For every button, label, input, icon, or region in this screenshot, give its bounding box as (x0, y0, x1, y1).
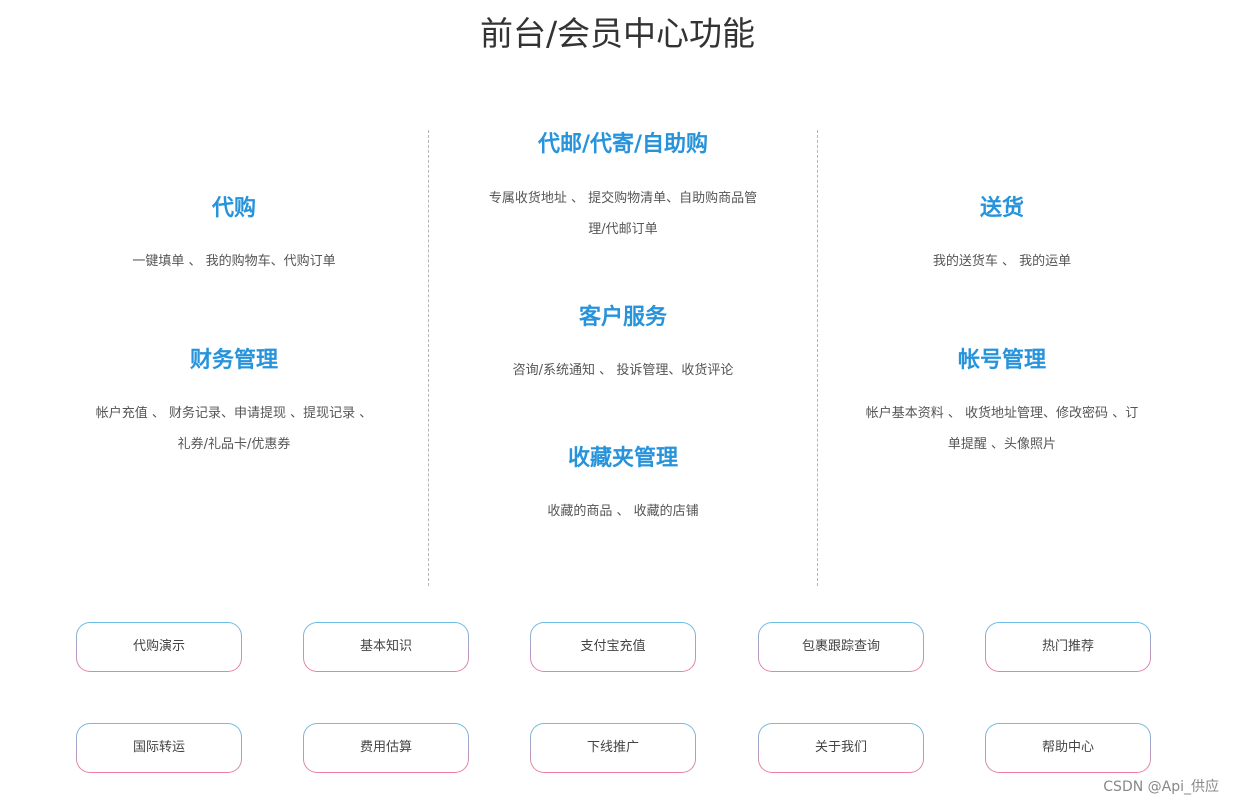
watermark: CSDN @Api_供应 (1103, 779, 1219, 795)
button-bangzhu-zhongxin[interactable]: 帮助中心 (985, 723, 1151, 773)
button-baoguo-genzong[interactable]: 包裹跟踪查询 (758, 622, 924, 672)
section-desc-songhuo: 我的送货车 、 我的运单 (932, 254, 1072, 269)
page-title: 前台/会员中心功能 (479, 14, 756, 53)
middle-column: 代邮/代寄/自助购 专属收货地址 、 提交购物清单、自助购商品管 理/代邮订单 … (428, 130, 818, 586)
button-remen-tuijian[interactable]: 热门推荐 (985, 622, 1151, 672)
section-title-shoucang: 收藏夹管理 (567, 446, 678, 471)
section-caiwu: 财务管理 帐户充值 、 财务记录、申请提现 、提现记录 、 礼券/礼品卡/优惠券 (40, 346, 428, 460)
section-desc-daiyou-line2: 理/代邮订单 (588, 222, 658, 237)
section-desc-daiyou-line1: 专属收货地址 、 提交购物清单、自助购商品管 (488, 191, 758, 206)
section-title-zhanghao: 帐号管理 (957, 348, 1046, 373)
section-kefu: 客户服务 咨询/系统通知 、 投诉管理、收货评论 (429, 303, 817, 386)
button-zhifubao-chongzhi[interactable]: 支付宝充值 (530, 622, 696, 672)
button-feiyong-gusuan[interactable]: 费用估算 (303, 723, 469, 773)
left-column: 代购 一键填单 、 我的购物车、代购订单 财务管理 帐户充值 、 财务记录、申请… (40, 130, 428, 586)
button-guoji-zhuanyun[interactable]: 国际转运 (76, 723, 242, 773)
section-daigou: 代购 一键填单 、 我的购物车、代购订单 (40, 194, 428, 277)
section-title-kefu: 客户服务 (578, 305, 667, 330)
section-title-daiyou: 代邮/代寄/自助购 (537, 132, 709, 157)
section-desc-caiwu-line1: 帐户充值 、 财务记录、申请提现 、提现记录 、 (95, 406, 373, 421)
section-songhuo: 送货 我的送货车 、 我的运单 (816, 194, 1188, 277)
section-desc-zhanghao-line2: 单提醒 、头像照片 (947, 437, 1057, 452)
section-title-caiwu: 财务管理 (189, 348, 278, 373)
right-column: 送货 我的送货车 、 我的运单 帐号管理 帐户基本资料 、 收货地址管理、修改密… (816, 130, 1188, 586)
button-daigou-yanshi[interactable]: 代购演示 (76, 622, 242, 672)
section-desc-zhanghao-line1: 帐户基本资料 、 收货地址管理、修改密码 、订 (865, 406, 1139, 421)
section-title-daigou: 代购 (211, 196, 256, 221)
section-title-songhuo: 送货 (979, 196, 1024, 221)
section-desc-kefu: 咨询/系统通知 、 投诉管理、收货评论 (512, 363, 734, 378)
button-jiben-zhishi[interactable]: 基本知识 (303, 622, 469, 672)
section-shoucang: 收藏夹管理 收藏的商品 、 收藏的店铺 (429, 444, 817, 527)
button-guanyu-women[interactable]: 关于我们 (758, 723, 924, 773)
section-daiyou: 代邮/代寄/自助购 专属收货地址 、 提交购物清单、自助购商品管 理/代邮订单 (429, 130, 817, 245)
button-xiaxian-tuiguang[interactable]: 下线推广 (530, 723, 696, 773)
section-desc-shoucang: 收藏的商品 、 收藏的店铺 (547, 504, 699, 519)
section-desc-caiwu-line2: 礼券/礼品卡/优惠券 (177, 437, 291, 452)
section-zhanghao: 帐号管理 帐户基本资料 、 收货地址管理、修改密码 、订 单提醒 、头像照片 (816, 346, 1188, 460)
section-desc-daigou: 一键填单 、 我的购物车、代购订单 (132, 254, 336, 269)
